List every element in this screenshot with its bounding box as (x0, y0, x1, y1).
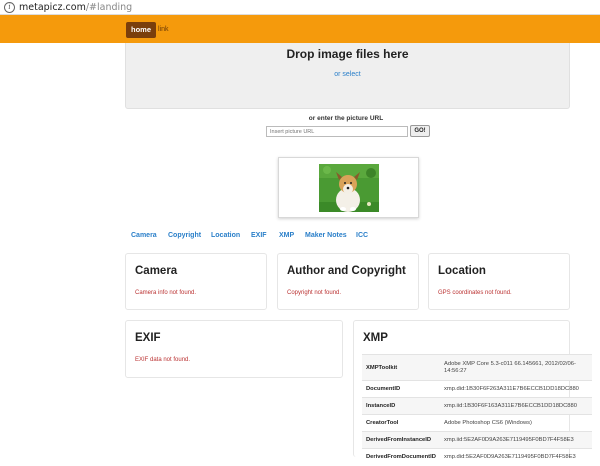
exif-card-message: EXIF data not found. (135, 357, 191, 363)
xmp-value: Adobe XMP Core 5.3-c011 66.145661, 2012/… (440, 354, 592, 381)
location-card-message: GPS coordinates not found. (438, 290, 512, 296)
image-preview (278, 157, 419, 218)
xmp-value: xmp.did:1B30F6F263A311E7B6ECCB1DD18DC880 (440, 380, 592, 398)
image-dropzone[interactable]: Drop image files here or select (125, 43, 570, 109)
location-card: Location GPS coordinates not found. (428, 253, 570, 310)
tab-icc[interactable]: ICC (356, 232, 368, 239)
select-file-link[interactable]: or select (126, 71, 569, 78)
tab-copyright[interactable]: Copyright (168, 232, 201, 239)
location-card-title: Location (438, 265, 486, 277)
nav-home-button[interactable]: home (126, 22, 157, 38)
xmp-key: InstanceID (362, 397, 440, 415)
xmp-value: xmp.iid:5E2AF0D9A263E7119495F0BD7F4F58E3 (440, 431, 592, 449)
tab-camera[interactable]: Camera (131, 232, 157, 239)
exif-card: EXIF EXIF data not found. (125, 320, 343, 378)
table-row: DocumentID xmp.did:1B30F6F263A311E7B6ECC… (362, 380, 592, 398)
camera-card-message: Camera info not found. (135, 290, 197, 296)
table-row: DerivedFromDocumentID xmp.did:5E2AF0D9A2… (362, 448, 592, 466)
xmp-key: DocumentID (362, 380, 440, 398)
tab-maker-notes[interactable]: Maker Notes (305, 232, 347, 239)
copyright-card-message: Copyright not found. (287, 290, 342, 296)
xmp-value: xmp.iid:1B30F6F163A311E7B6ECCB1DD18DC880 (440, 397, 592, 415)
camera-card-title: Camera (135, 265, 178, 277)
xmp-card-title: XMP (363, 332, 388, 344)
tab-exif[interactable]: EXIF (251, 232, 267, 239)
info-icon[interactable]: i (4, 1, 15, 13)
xmp-card: XMP XMPToolkit Adobe XMP Core 5.3-c011 6… (353, 320, 592, 466)
copyright-card-title: Author and Copyright (287, 265, 406, 277)
url-host: metapicz.com (19, 1, 86, 13)
camera-card: Camera Camera info not found. (125, 253, 267, 310)
nav-link[interactable]: link (158, 22, 169, 38)
xmp-key: CreatorTool (362, 414, 440, 432)
xmp-key: XMPToolkit (362, 354, 440, 381)
table-row: InstanceID xmp.iid:1B30F6F163A311E7B6ECC… (362, 397, 592, 415)
dropzone-title: Drop image files here (286, 47, 409, 61)
go-button[interactable]: GO! (410, 125, 430, 137)
tab-xmp[interactable]: XMP (279, 232, 294, 239)
top-navbar: home link (0, 15, 600, 43)
xmp-value: xmp.did:5E2AF0D9A263E7119495F0BD7F4F58E3 (440, 448, 592, 466)
xmp-table: XMPToolkit Adobe XMP Core 5.3-c011 66.14… (362, 354, 592, 466)
xmp-value: Adobe Photoshop CS6 (Windows) (440, 414, 592, 432)
dog-image-icon (319, 164, 379, 212)
url-entry-label: or enter the picture URL (308, 115, 384, 122)
address-bar[interactable]: i metapicz.com/#landing (0, 0, 600, 15)
tab-location[interactable]: Location (211, 232, 240, 239)
table-row: CreatorTool Adobe Photoshop CS6 (Windows… (362, 414, 592, 432)
exif-card-title: EXIF (135, 332, 161, 344)
table-row: DerivedFromInstanceID xmp.iid:5E2AF0D9A2… (362, 431, 592, 449)
table-row: XMPToolkit Adobe XMP Core 5.3-c011 66.14… (362, 354, 592, 381)
copyright-card: Author and Copyright Copyright not found… (277, 253, 419, 310)
dog-photo (319, 164, 379, 212)
url-path: /#landing (85, 1, 133, 13)
xmp-key: DerivedFromDocumentID (362, 448, 440, 466)
xmp-key: DerivedFromInstanceID (362, 431, 440, 449)
picture-url-input[interactable] (266, 126, 408, 137)
